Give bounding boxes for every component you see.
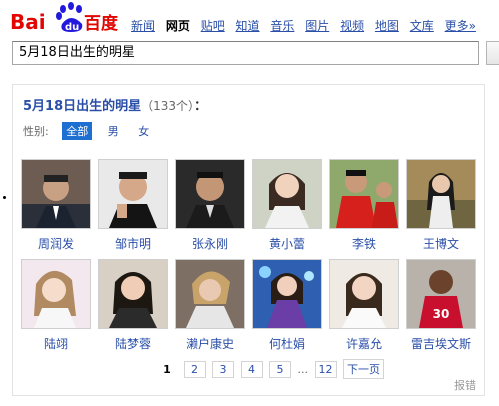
celebrity-photo[interactable]: 30 (406, 259, 476, 329)
gender-filter: 性别: 全部 男 女 (23, 122, 161, 140)
celebrity-card[interactable]: 李铁 (329, 159, 399, 252)
celebrity-photo[interactable] (252, 259, 322, 329)
nav-music[interactable]: 音乐 (270, 19, 294, 33)
celebrity-photo[interactable] (252, 159, 322, 229)
celebrity-photo[interactable] (98, 159, 168, 229)
celebrity-name[interactable]: 张永刚 (175, 235, 245, 252)
search-button[interactable] (486, 41, 499, 65)
celebrity-card[interactable]: 30 雷吉埃文斯 (406, 259, 476, 352)
next-page-button[interactable]: 下一页 (343, 359, 384, 379)
celebrity-photo[interactable] (175, 159, 245, 229)
nav-more[interactable]: 更多» (445, 19, 476, 33)
filter-female[interactable]: 女 (134, 122, 153, 140)
celebrity-name[interactable]: 李铁 (329, 235, 399, 252)
report-error-link[interactable]: 报错 (454, 377, 476, 393)
filter-male[interactable]: 男 (104, 122, 123, 140)
celebrity-name[interactable]: 陆梦蓉 (98, 335, 168, 352)
logo-text-bai: Bai (10, 10, 46, 34)
celebrity-photo[interactable] (21, 259, 91, 329)
logo-text-chinese: 百度 (84, 13, 118, 34)
celebrity-photo[interactable] (329, 259, 399, 329)
page-link[interactable]: 5 (269, 361, 291, 378)
celebrity-name[interactable]: 陆翊 (21, 335, 91, 352)
logo-text-du: du (65, 22, 79, 33)
page-link[interactable]: 12 (314, 361, 337, 378)
celebrity-card[interactable]: 周润发 (21, 159, 91, 252)
nav-tieba[interactable]: 贴吧 (201, 19, 225, 33)
celebrity-name[interactable]: 何杜娟 (252, 335, 322, 352)
celebrity-panel: 5月18日出生的明星（133个）： 性别: 全部 男 女 周润发 邹市明 张永刚 (12, 84, 485, 396)
page-link[interactable]: 2 (183, 361, 206, 378)
celebrity-card[interactable]: 许嘉允 (329, 259, 399, 352)
celebrity-card[interactable]: 何杜娟 (252, 259, 322, 352)
celebrity-name[interactable]: 濑户康史 (175, 335, 245, 352)
nav-zhidao[interactable]: 知道 (236, 19, 260, 33)
svg-text:30: 30 (433, 307, 450, 321)
result-count: （133个） (141, 99, 195, 113)
page-link[interactable]: 4 (240, 361, 263, 378)
celebrity-card[interactable]: 张永刚 (175, 159, 245, 252)
nav-news[interactable]: 新闻 (131, 19, 155, 33)
baidu-logo[interactable]: Bai du 百度 (10, 2, 119, 36)
celebrity-photo[interactable] (175, 259, 245, 329)
celebrity-card[interactable]: 陆梦蓉 (98, 259, 168, 352)
celebrity-name[interactable]: 邹市明 (98, 235, 168, 252)
bullet-dot (3, 196, 6, 199)
panel-title: 5月18日出生的明星（133个）： (23, 95, 207, 114)
celebrity-card[interactable]: 陆翊 (21, 259, 91, 352)
celebrity-name[interactable]: 许嘉允 (329, 335, 399, 352)
top-nav: 新闻 网页 贴吧 知道 音乐 图片 视频 地图 文库 更多» (131, 17, 483, 34)
celebrity-photo[interactable] (21, 159, 91, 229)
filter-label: 性别: (23, 125, 49, 138)
page-ellipsis: ... (297, 363, 309, 376)
nav-video[interactable]: 视频 (340, 19, 364, 33)
title-colon: ： (194, 99, 208, 114)
celebrity-photo[interactable] (406, 159, 476, 229)
celebrity-card[interactable]: 黄小蕾 (252, 159, 322, 252)
page-current: 1 (163, 363, 171, 376)
celebrity-photo[interactable] (329, 159, 399, 229)
nav-wenku[interactable]: 文库 (410, 19, 434, 33)
celebrity-card[interactable]: 王博文 (406, 159, 476, 252)
page-link[interactable]: 3 (212, 361, 234, 378)
search-input[interactable]: 5月18日出生的明星 (12, 41, 479, 65)
panel-title-link[interactable]: 5月18日出生的明星 (23, 99, 141, 114)
celebrity-name[interactable]: 黄小蕾 (252, 235, 322, 252)
nav-images[interactable]: 图片 (305, 19, 329, 33)
nav-maps[interactable]: 地图 (375, 19, 399, 33)
nav-web: 网页 (165, 19, 190, 33)
celebrity-name[interactable]: 周润发 (21, 235, 91, 252)
celebrity-name[interactable]: 雷吉埃文斯 (406, 335, 476, 352)
celebrity-name[interactable]: 王博文 (406, 235, 476, 252)
celebrity-card[interactable]: 濑户康史 (175, 259, 245, 352)
filter-all[interactable]: 全部 (62, 122, 93, 140)
pagination: 1 2 3 4 5 ... 12 下一页 (157, 359, 387, 379)
celebrity-card[interactable]: 邹市明 (98, 159, 168, 252)
celebrity-photo[interactable] (98, 259, 168, 329)
